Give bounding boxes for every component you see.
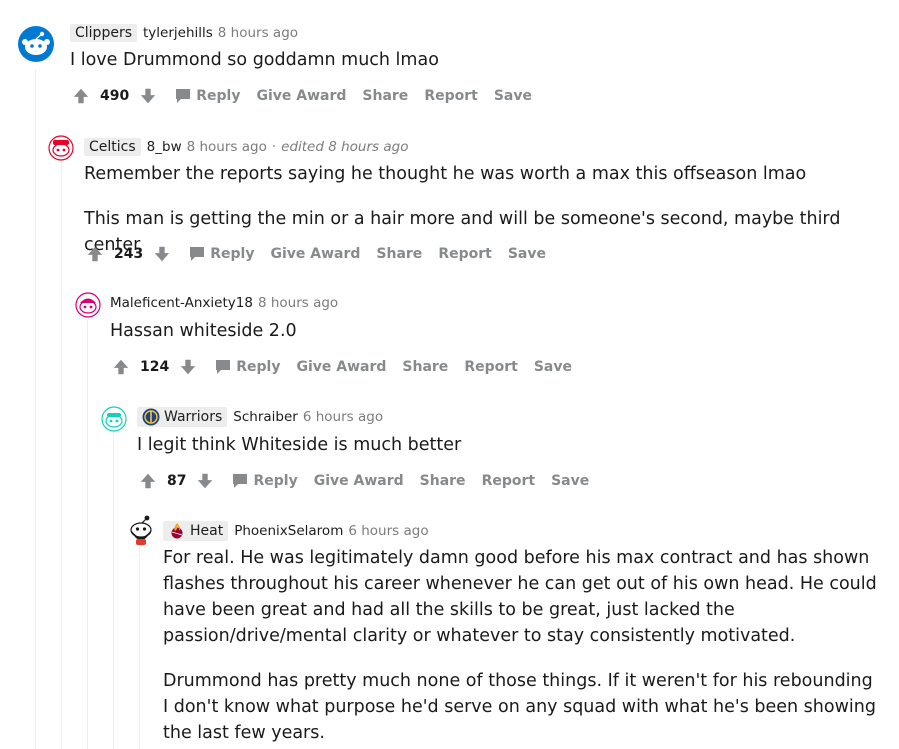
speech-bubble-icon — [216, 360, 231, 374]
vote-score: 490 — [100, 88, 130, 104]
save-button[interactable]: Save — [551, 473, 589, 489]
thread-line[interactable] — [87, 320, 88, 749]
save-button[interactable]: Save — [494, 88, 532, 104]
share-button[interactable]: Share — [376, 246, 422, 262]
save-button[interactable]: Save — [534, 359, 572, 375]
give-award-button[interactable]: Give Award — [270, 246, 360, 262]
speech-bubble-icon — [176, 89, 191, 103]
timestamp[interactable]: 8 hours ago — [258, 295, 338, 311]
downvote-arrow-icon[interactable] — [139, 87, 157, 105]
thread-line[interactable] — [139, 546, 140, 749]
upvote-arrow-icon[interactable] — [112, 358, 130, 376]
comment-body: I legit think Whiteside is much better — [137, 432, 877, 458]
share-button[interactable]: Share — [402, 359, 448, 375]
reply-label: Reply — [196, 88, 241, 104]
reply-button[interactable]: Reply — [232, 473, 298, 489]
downvote-arrow-icon[interactable] — [196, 472, 214, 490]
snoo-avatar-icon[interactable] — [75, 292, 101, 318]
user-flair: Heat — [163, 521, 229, 541]
comment-actions: 490 Reply Give Award Share Report Save — [72, 87, 532, 105]
reply-label: Reply — [236, 359, 281, 375]
author-link[interactable]: PhoenixSelarom — [234, 523, 343, 539]
reply-button[interactable]: Reply — [175, 88, 240, 104]
snoo-avatar-icon[interactable] — [101, 406, 127, 432]
flair-text: Warriors — [164, 409, 223, 425]
save-button[interactable]: Save — [508, 246, 546, 262]
timestamp[interactable]: 8 hours ago — [187, 139, 267, 155]
comment-body: Hassan whiteside 2.0 — [110, 318, 880, 344]
flair-text: Celtics — [89, 139, 136, 155]
thread-line[interactable] — [113, 432, 114, 749]
author-link[interactable]: tylerjehills — [143, 25, 213, 41]
author-link[interactable]: Maleficent-Anxiety18 — [110, 295, 253, 311]
user-flair: Celtics — [84, 138, 141, 156]
speech-bubble-icon — [190, 247, 205, 261]
comment-paragraph: I love Drummond so goddamn much lmao — [70, 50, 439, 70]
reply-label: Reply — [253, 473, 298, 489]
upvote-arrow-icon[interactable] — [72, 87, 90, 105]
upvote-arrow-icon[interactable] — [86, 245, 104, 263]
flair-text: Heat — [190, 523, 224, 539]
warriors-logo-icon — [142, 408, 160, 426]
comment-paragraph: I legit think Whiteside is much better — [137, 435, 462, 455]
heat-logo-icon — [171, 523, 183, 539]
user-flair: Warriors — [137, 407, 228, 427]
upvote-arrow-icon[interactable] — [139, 472, 157, 490]
comment-body: I love Drummond so goddamn much lmao — [70, 47, 870, 73]
comment-actions: 87 Reply Give Award Share Report Save — [139, 472, 589, 490]
reply-button[interactable]: Reply — [189, 246, 254, 262]
snoo-avatar-icon[interactable] — [127, 514, 155, 546]
separator-dot: · — [271, 139, 277, 155]
reply-label: Reply — [210, 246, 255, 262]
comment-paragraph: Remember the reports saying he thought h… — [84, 164, 807, 184]
share-button[interactable]: Share — [420, 473, 466, 489]
give-award-button[interactable]: Give Award — [314, 473, 404, 489]
vote-score: 87 — [167, 473, 187, 489]
speech-bubble-icon — [233, 474, 248, 488]
snoo-avatar-icon[interactable] — [18, 26, 54, 62]
give-award-button[interactable]: Give Award — [256, 88, 346, 104]
author-link[interactable]: 8_bw — [147, 139, 182, 155]
timestamp[interactable]: 6 hours ago — [348, 523, 428, 539]
snoo-avatar-icon[interactable] — [48, 135, 74, 161]
timestamp[interactable]: 6 hours ago — [303, 409, 383, 425]
comment-body: Remember the reports saying he thought h… — [84, 161, 884, 258]
report-button[interactable]: Report — [464, 359, 518, 375]
give-award-button[interactable]: Give Award — [296, 359, 386, 375]
downvote-arrow-icon[interactable] — [179, 358, 197, 376]
thread-line[interactable] — [35, 70, 36, 749]
comment-actions: 243 Reply Give Award Share Report Save — [86, 245, 546, 263]
downvote-arrow-icon[interactable] — [153, 245, 171, 263]
share-button[interactable]: Share — [362, 88, 408, 104]
thread-line[interactable] — [61, 162, 62, 749]
reply-button[interactable]: Reply — [215, 359, 280, 375]
flair-text: Clippers — [75, 25, 132, 41]
edited-label: edited 8 hours ago — [281, 139, 409, 155]
report-button[interactable]: Report — [424, 88, 478, 104]
comment-body: For real. He was legitimately damn good … — [163, 545, 879, 746]
comment-actions: 124 Reply Give Award Share Report Save — [112, 358, 572, 376]
author-link[interactable]: Schraiber — [233, 409, 298, 425]
timestamp[interactable]: 8 hours ago — [218, 25, 298, 41]
vote-score: 124 — [140, 359, 170, 375]
report-button[interactable]: Report — [482, 473, 536, 489]
report-button[interactable]: Report — [438, 246, 492, 262]
comment-paragraph: Drummond has pretty much none of those t… — [163, 671, 876, 743]
vote-score: 243 — [114, 246, 144, 262]
comment-paragraph: For real. He was legitimately damn good … — [163, 548, 877, 646]
user-flair: Clippers — [70, 24, 137, 42]
comment-paragraph: Hassan whiteside 2.0 — [110, 321, 297, 341]
